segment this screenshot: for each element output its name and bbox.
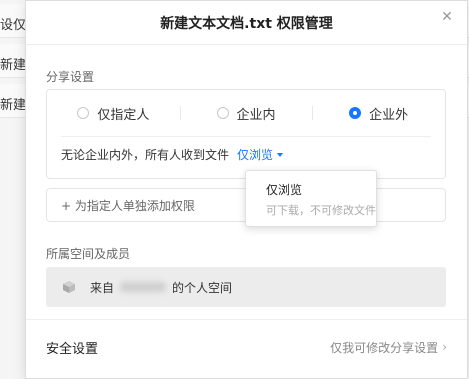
radio-icon <box>216 107 229 119</box>
permission-dropdown: 仅浏览 可下载，不可修改文件 <box>245 170 377 227</box>
modal-header: 新建文本文档.txt 权限管理 ✕ <box>26 1 467 45</box>
radio-icon <box>77 107 90 119</box>
radio-within-enterprise[interactable]: 企业内 <box>179 90 313 136</box>
security-settings-value: 仅我可修改分享设置 <box>330 340 439 355</box>
permission-select-value: 仅浏览 <box>237 148 274 162</box>
caret-down-icon <box>277 152 284 157</box>
dropdown-option-desc: 可下载，不可修改文件 <box>266 204 376 217</box>
chevron-right-icon: › <box>442 340 447 354</box>
share-settings-box: 仅指定人 企业内 企业外 无论企业内外，所有人收到文件 仅浏览 <box>46 89 446 179</box>
divider <box>61 136 431 137</box>
radio-label: 仅指定人 <box>97 107 150 123</box>
blurred-owner-name <box>120 282 167 292</box>
space-suffix: 的个人空间 <box>172 280 233 295</box>
space-info-box: 来自 的个人空间 <box>46 267 446 307</box>
radio-outside-enterprise[interactable]: 企业外 <box>312 90 445 136</box>
radio-specified-people[interactable]: 仅指定人 <box>47 90 180 136</box>
close-icon[interactable]: ✕ <box>439 9 455 25</box>
add-permission-label: + 为指定人单独添加权限 <box>61 198 195 213</box>
radio-label: 企业外 <box>369 107 409 123</box>
modal-title: 新建文本文档.txt 权限管理 <box>160 15 333 32</box>
share-description-text: 无论企业内外，所有人收到文件 <box>61 148 230 162</box>
radio-checked-icon <box>349 107 362 119</box>
security-settings-link[interactable]: 仅我可修改分享设置 › <box>330 339 447 356</box>
permission-select[interactable]: 仅浏览 <box>237 146 284 163</box>
share-description: 无论企业内外，所有人收到文件 仅浏览 <box>61 146 284 163</box>
space-prefix: 来自 <box>90 280 115 295</box>
space-members-label: 所属空间及成员 <box>46 247 131 261</box>
dropdown-option-title: 仅浏览 <box>266 183 303 197</box>
divider <box>26 319 467 320</box>
cube-icon <box>63 281 75 293</box>
security-settings-title: 安全设置 <box>46 341 99 357</box>
dropdown-option-view-only[interactable]: 仅浏览 可下载，不可修改文件 <box>266 181 376 218</box>
radio-label: 企业内 <box>236 107 276 123</box>
share-settings-label: 分享设置 <box>46 70 95 84</box>
security-settings-row: 安全设置 仅我可修改分享设置 › <box>46 335 447 359</box>
share-scope-radio-group: 仅指定人 企业内 企业外 <box>47 90 445 136</box>
